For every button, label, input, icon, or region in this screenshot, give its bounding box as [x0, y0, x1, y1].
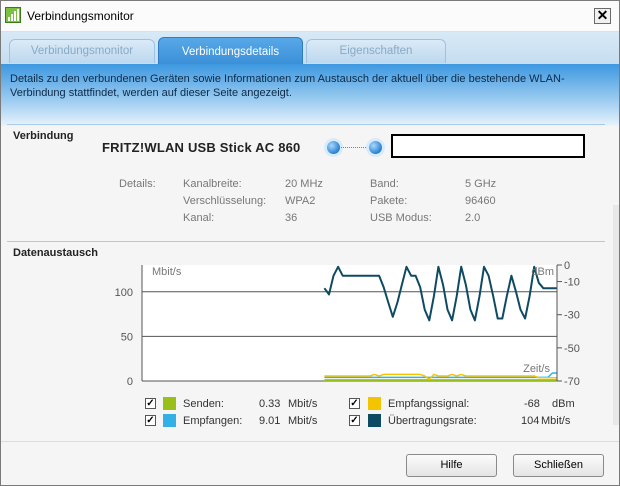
plot-area [142, 265, 557, 381]
legend-label: Senden: [183, 398, 224, 410]
legend-value: 9.01 [259, 415, 281, 427]
y-tick-label: 100 [115, 287, 133, 299]
legend-unit: Mbit/s [288, 398, 318, 410]
legend-value: 0.33 [259, 398, 281, 410]
y2-tick-label: -50 [564, 343, 580, 355]
throughput-chart: 100 50 0 0 -10 -30 -50 -70 Mbit/s dBm Zeit/s [115, 260, 580, 388]
receive-color-swatch [163, 414, 176, 427]
y-axis-label: Mbit/s [152, 266, 182, 278]
send-color-swatch [163, 397, 176, 410]
legend-label: Empfangen: [183, 415, 243, 427]
y2-tick-label: 0 [564, 260, 570, 272]
send-checkbox[interactable]: ✓ [145, 398, 156, 409]
x-axis-label: Zeit/s [523, 363, 550, 375]
legend-unit: dBm [552, 398, 575, 410]
signal-checkbox[interactable]: ✓ [349, 398, 360, 409]
legend-label: Übertragungsrate: [388, 415, 477, 427]
close-button[interactable]: Schließen [513, 454, 604, 477]
legend-value: -68 [524, 398, 540, 410]
legend-unit: Mbit/s [541, 415, 571, 427]
divider [1, 441, 619, 442]
legend-label: Empfangssignal: [388, 398, 470, 410]
y2-tick-label: -10 [564, 277, 580, 289]
legend-unit: Mbit/s [288, 415, 318, 427]
y-tick-label: 50 [121, 331, 133, 343]
y2-tick-label: -70 [564, 376, 580, 388]
help-button[interactable]: Hilfe [406, 454, 497, 477]
y2-axis-label: dBm [531, 266, 554, 278]
legend-value: 104 [521, 415, 540, 427]
receive-checkbox[interactable]: ✓ [145, 415, 156, 426]
connection-monitor-window: Verbindungsmonitor ✕ Verbindungsmonitor … [0, 0, 620, 486]
y2-tick-label: -30 [564, 310, 580, 322]
signal-color-swatch [368, 397, 381, 410]
y-tick-label: 0 [127, 376, 133, 388]
rate-checkbox[interactable]: ✓ [349, 415, 360, 426]
rate-color-swatch [368, 414, 381, 427]
scrollbar[interactable] [613, 205, 619, 425]
